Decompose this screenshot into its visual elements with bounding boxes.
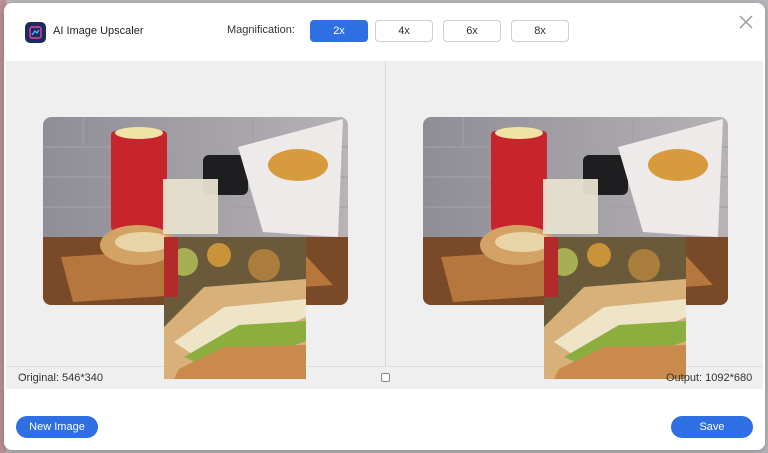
- close-button[interactable]: [735, 11, 757, 33]
- original-zoom-inset: [164, 237, 306, 379]
- save-button[interactable]: Save: [671, 416, 753, 438]
- upscaler-dialog: AI Image Upscaler Magnification: 2x 4x 6…: [4, 3, 765, 450]
- dialog-header: AI Image Upscaler Magnification: 2x 4x 6…: [4, 3, 765, 61]
- magnification-2x-button[interactable]: 2x: [310, 20, 368, 42]
- magnification-label: Magnification:: [227, 24, 295, 36]
- app-logo-icon: [25, 22, 46, 43]
- split-view-icon[interactable]: [381, 373, 390, 382]
- magnification-6x-button[interactable]: 6x: [443, 20, 501, 42]
- output-size-label: Output: 1092*680: [666, 372, 753, 384]
- output-zoom-inset: [544, 237, 686, 379]
- compare-divider[interactable]: [385, 61, 386, 367]
- compare-area: Original: 546*340 Output: 1092*680: [6, 61, 763, 389]
- dialog-footer: New Image Save: [4, 389, 765, 450]
- app-title: AI Image Upscaler: [53, 25, 144, 37]
- magnification-4x-button[interactable]: 4x: [375, 20, 433, 42]
- original-size-label: Original: 546*340: [18, 372, 104, 384]
- close-icon: [739, 15, 753, 29]
- magnification-8x-button[interactable]: 8x: [511, 20, 569, 42]
- new-image-button[interactable]: New Image: [16, 416, 98, 438]
